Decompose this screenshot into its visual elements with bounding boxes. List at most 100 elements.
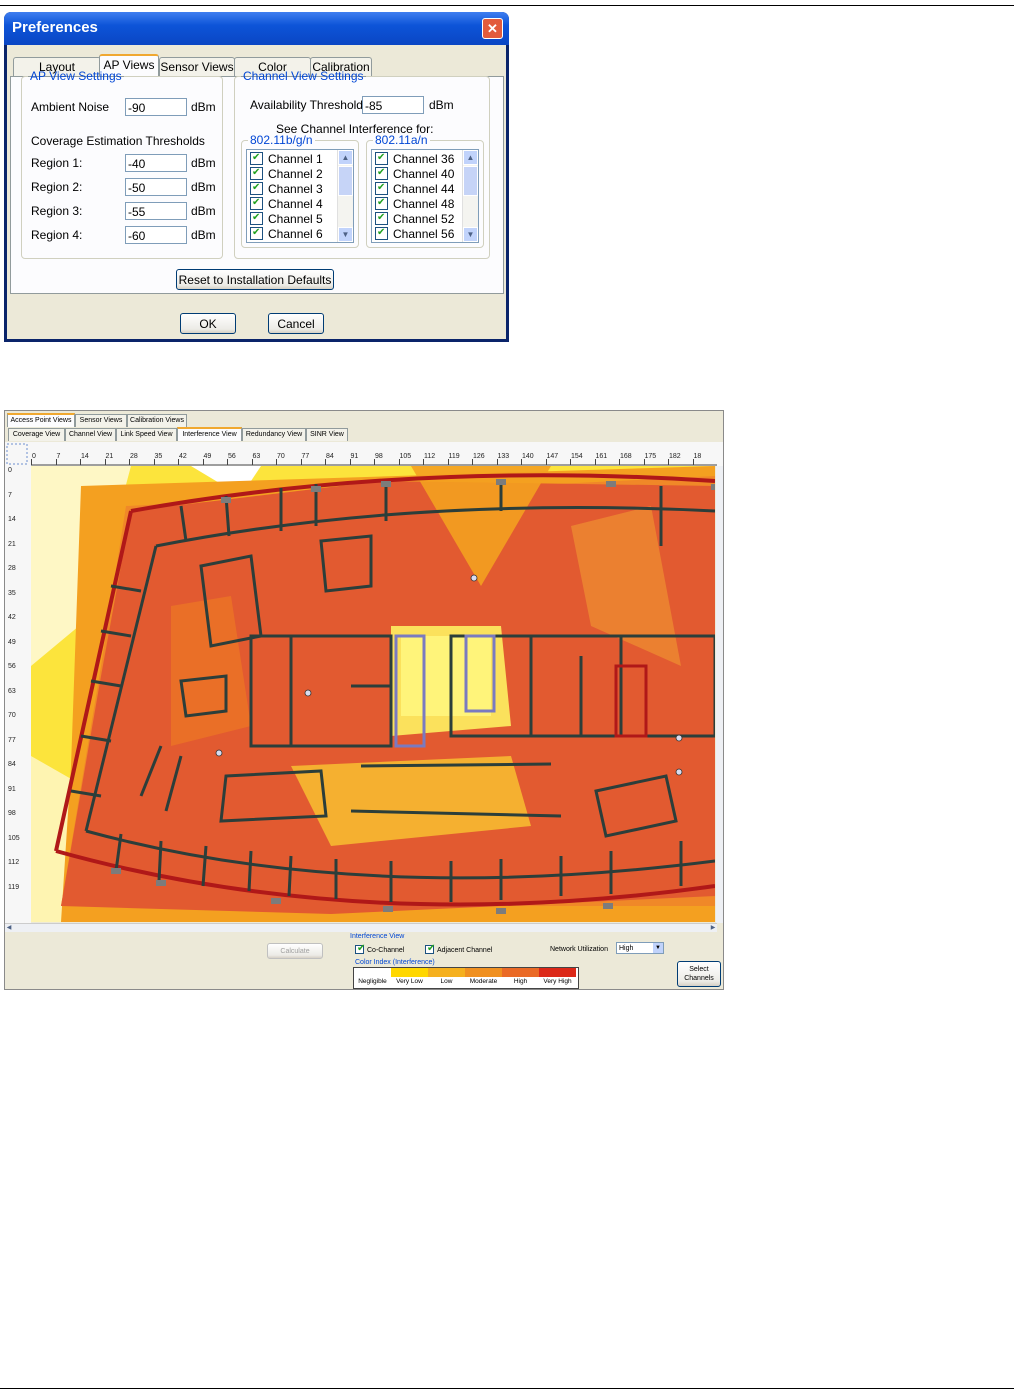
tab-calibration-views[interactable]: Calibration Views bbox=[127, 414, 187, 427]
access-point-marker-4 bbox=[675, 734, 683, 742]
select-channels-button[interactable]: Select Channels bbox=[677, 961, 721, 987]
calculate-button[interactable]: Calculate bbox=[267, 943, 323, 959]
tab-redundancy-view[interactable]: Redundancy View bbox=[242, 428, 306, 441]
checkbox-checked-icon[interactable] bbox=[375, 165, 388, 180]
region-1-input[interactable]: -40 bbox=[125, 154, 187, 172]
color-index-label-item: Very High bbox=[543, 978, 572, 985]
availability-threshold-unit: dBm bbox=[429, 98, 454, 112]
scroll-down-icon[interactable]: ▼ bbox=[463, 227, 478, 242]
ruler-x-tick: 126 bbox=[473, 453, 485, 460]
scroll-up-icon[interactable]: ▲ bbox=[463, 150, 478, 165]
channel-1-item[interactable]: Channel 1 bbox=[250, 150, 323, 167]
floor-plan-heatmap[interactable] bbox=[31, 466, 715, 922]
checkbox-checked-icon[interactable] bbox=[425, 943, 435, 954]
checkbox-checked-icon[interactable] bbox=[375, 180, 388, 195]
region-4-unit: dBm bbox=[191, 228, 216, 242]
channel-36-item[interactable]: Channel 36 bbox=[375, 150, 454, 167]
channel-view-settings-legend: Channel View Settings bbox=[243, 69, 364, 83]
checkbox-checked-icon[interactable] bbox=[250, 165, 263, 180]
ruler-x-tick-mark bbox=[374, 459, 375, 465]
channel-5-label: Channel 5 bbox=[268, 212, 323, 226]
channel-48-item[interactable]: Channel 48 bbox=[375, 195, 455, 212]
scroll-right-icon[interactable]: ▶ bbox=[709, 924, 717, 932]
map-vertical-scrollbar[interactable] bbox=[716, 466, 723, 923]
checkbox-checked-icon[interactable] bbox=[250, 180, 263, 195]
reset-defaults-button[interactable]: Reset to Installation Defaults bbox=[176, 269, 334, 290]
checkbox-checked-icon[interactable] bbox=[250, 225, 263, 240]
ruler-y-tick: 0 bbox=[8, 467, 12, 474]
region-3-label: Region 3: bbox=[31, 204, 83, 218]
access-point-marker-1 bbox=[470, 574, 478, 582]
channel-2-item[interactable]: Channel 2 bbox=[250, 165, 323, 182]
tab-link-speed-view[interactable]: Link Speed View bbox=[116, 428, 177, 441]
region-1-unit: dBm bbox=[191, 156, 216, 170]
band-bgn-scrollbar[interactable]: ▲ ▼ bbox=[337, 150, 353, 242]
ruler-x-tick: 7 bbox=[56, 453, 61, 460]
scroll-down-icon[interactable]: ▼ bbox=[338, 227, 353, 242]
color-index-swatch bbox=[502, 968, 539, 977]
channel-52-item[interactable]: Channel 52 bbox=[375, 210, 454, 227]
ruler-y-tick: 105 bbox=[8, 834, 20, 842]
adjacent-channel-option[interactable]: Adjacent Channel bbox=[425, 943, 492, 954]
channel-6-label: Channel 6 bbox=[268, 227, 323, 241]
cancel-button[interactable]: Cancel bbox=[268, 313, 324, 334]
ruler-x-tick-mark bbox=[398, 459, 400, 465]
co-channel-option[interactable]: Co-Channel bbox=[355, 943, 404, 954]
close-icon[interactable]: ✕ bbox=[482, 18, 503, 39]
color-index-label-item: High bbox=[513, 978, 528, 985]
region-3-input[interactable]: -55 bbox=[125, 202, 187, 220]
ruler-x-tick: 140 bbox=[522, 453, 534, 460]
ruler-y-tick: 35 bbox=[8, 589, 16, 597]
region-2-input[interactable]: -50 bbox=[125, 178, 187, 196]
ruler-y-tick: 112 bbox=[8, 859, 20, 866]
checkbox-checked-icon[interactable] bbox=[250, 150, 263, 165]
ambient-noise-input[interactable]: -90 bbox=[125, 98, 187, 116]
channel-5-item[interactable]: Channel 5 bbox=[250, 210, 323, 227]
network-utilization-select[interactable]: High ▼ bbox=[616, 942, 664, 954]
channel-56-item[interactable]: Channel 56 bbox=[375, 225, 454, 242]
checkbox-checked-icon[interactable] bbox=[355, 943, 365, 954]
region-4-input[interactable]: -60 bbox=[125, 226, 187, 244]
map-horizontal-scrollbar[interactable]: ◀ ▶ bbox=[5, 923, 717, 932]
checkbox-checked-icon[interactable] bbox=[375, 150, 388, 165]
ruler-x-tick-mark bbox=[31, 459, 32, 465]
tab-access-point-views[interactable]: Access Point Views bbox=[7, 413, 75, 427]
band-an-channel-list[interactable]: Channel 36 Channel 40 Channel 44 Channel… bbox=[371, 149, 479, 243]
ruler-x-tick-mark bbox=[496, 459, 498, 465]
tab-interference-view[interactable]: Interference View bbox=[177, 427, 242, 441]
ruler-x-tick: 56 bbox=[228, 453, 236, 460]
checkbox-checked-icon[interactable] bbox=[250, 210, 263, 225]
ruler-x-tick-mark bbox=[349, 459, 351, 465]
availability-threshold-input[interactable]: -85 bbox=[362, 96, 424, 114]
band-bgn-channel-list[interactable]: Channel 1 Channel 2 Channel 3 Channel 4 … bbox=[246, 149, 354, 243]
checkbox-checked-icon[interactable] bbox=[375, 225, 388, 240]
tab-sensor-views[interactable]: Sensor Views bbox=[75, 414, 127, 427]
scroll-left-icon[interactable]: ◀ bbox=[5, 924, 13, 932]
bottom-page-rule bbox=[0, 1388, 1014, 1389]
scroll-thumb[interactable] bbox=[338, 166, 353, 196]
channel-40-item[interactable]: Channel 40 bbox=[375, 165, 454, 182]
channel-3-item[interactable]: Channel 3 bbox=[250, 180, 323, 197]
scroll-thumb[interactable] bbox=[463, 166, 478, 196]
channel-44-item[interactable]: Channel 44 bbox=[375, 180, 454, 197]
chevron-down-icon[interactable]: ▼ bbox=[653, 943, 663, 953]
channel-48-label: Channel 48 bbox=[393, 197, 455, 211]
channel-6-item[interactable]: Channel 6 bbox=[250, 225, 323, 242]
color-index-swatch bbox=[428, 968, 465, 977]
checkbox-checked-icon[interactable] bbox=[250, 195, 263, 210]
checkbox-checked-icon[interactable] bbox=[375, 195, 388, 210]
ruler-x-tick: 77 bbox=[301, 453, 310, 460]
checkbox-checked-icon[interactable] bbox=[375, 210, 388, 225]
ruler-y-tick: 63 bbox=[8, 687, 16, 695]
tab-coverage-view[interactable]: Coverage View bbox=[8, 428, 65, 441]
band-an-scrollbar[interactable]: ▲ ▼ bbox=[462, 150, 478, 242]
ok-button[interactable]: OK bbox=[180, 313, 236, 334]
tab-sinr-view[interactable]: SINR View bbox=[306, 428, 348, 441]
ruler-x-tick-mark bbox=[300, 459, 302, 465]
ruler-x-tick-mark bbox=[178, 459, 179, 465]
channel-4-item[interactable]: Channel 4 bbox=[250, 195, 323, 212]
ruler-x-tick: 119 bbox=[448, 453, 460, 460]
scroll-up-icon[interactable]: ▲ bbox=[338, 150, 353, 165]
tab-channel-view[interactable]: Channel View bbox=[65, 428, 116, 441]
channel-4-label: Channel 4 bbox=[268, 197, 323, 211]
